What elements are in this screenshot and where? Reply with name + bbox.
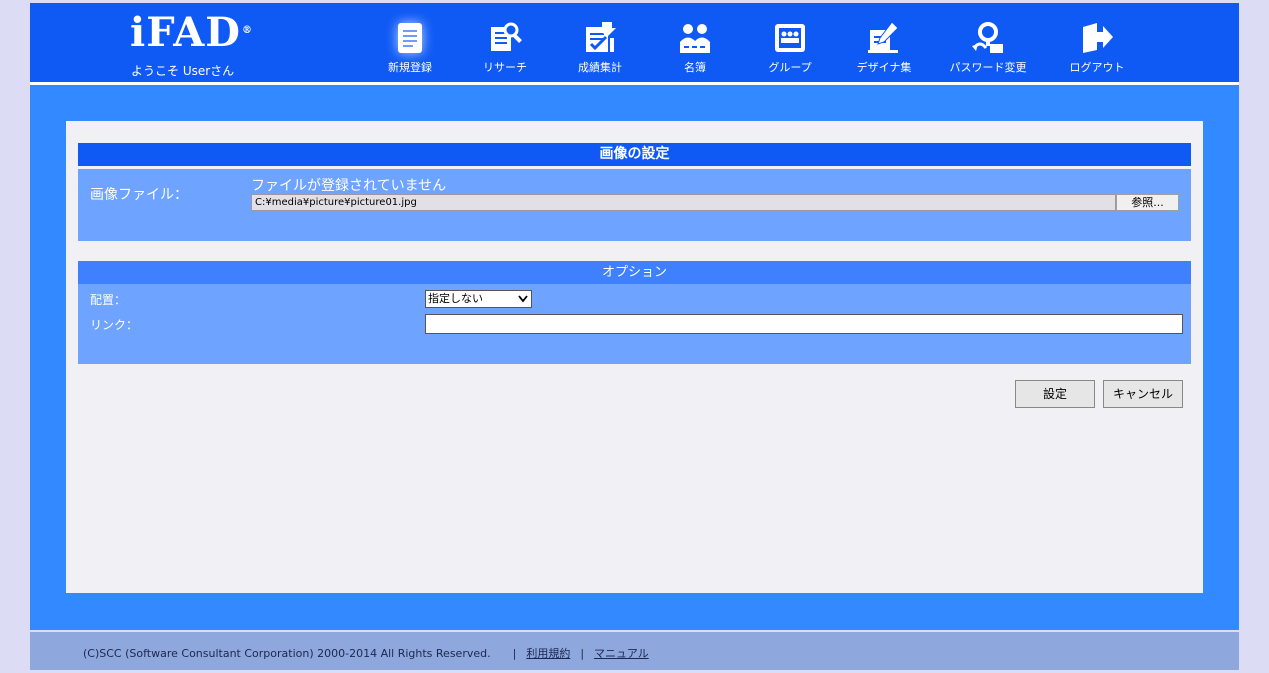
content-panel: 画像の設定 画像ファイル： ファイルが登録されていません C:¥media¥pi…: [66, 121, 1203, 593]
nav-label: グループ: [768, 61, 812, 74]
section-title: 画像の設定: [78, 143, 1191, 166]
terms-link[interactable]: 利用規約: [526, 647, 570, 660]
image-settings-section: 画像の設定 画像ファイル： ファイルが登録されていません C:¥media¥pi…: [78, 143, 1191, 241]
link-input[interactable]: [425, 314, 1183, 334]
nav-label: 名簿: [684, 61, 706, 74]
file-status-text: ファイルが登録されていません: [251, 178, 447, 194]
footer: (C)SCC (Software Consultant Corporation)…: [30, 632, 1239, 670]
nav-label: 成績集計: [578, 61, 622, 74]
options-section: オプション 配置： 指定しない リンク：: [78, 261, 1191, 364]
cancel-button[interactable]: キャンセル: [1103, 380, 1183, 408]
research-icon: [491, 22, 522, 51]
alignment-value: 指定しない: [428, 292, 483, 305]
logo-text: iFAD: [130, 9, 241, 56]
footer-separator: |: [580, 647, 585, 660]
roster-icon: [680, 24, 710, 53]
manual-link[interactable]: マニュアル: [594, 647, 649, 660]
designer-icon: [868, 21, 899, 53]
welcome-text: ようこそ Userさん: [131, 64, 235, 78]
link-label: リンク：: [90, 318, 139, 332]
nav-roster[interactable]: 名簿: [647, 20, 743, 80]
group-icon: [775, 24, 805, 52]
nav-designer[interactable]: デザイナ集: [836, 20, 932, 80]
set-button[interactable]: 設定: [1015, 380, 1095, 408]
logo-registered-mark: ®: [241, 25, 253, 36]
alignment-select[interactable]: 指定しない: [425, 290, 532, 308]
app-window: iFAD® ようこそ Userさん 新規登録 リサーチ 成績集計 名簿 グループ…: [30, 3, 1239, 670]
footer-separator: |: [512, 647, 517, 660]
nav-label: ログアウト: [1069, 61, 1125, 74]
nav-label: リサーチ: [483, 61, 527, 74]
nav-research[interactable]: リサーチ: [457, 20, 553, 80]
logout-icon: [1083, 23, 1113, 53]
divider: [78, 166, 1191, 169]
nav-group[interactable]: グループ: [742, 20, 838, 80]
header: iFAD® ようこそ Userさん 新規登録 リサーチ 成績集計 名簿 グループ…: [30, 3, 1239, 82]
section-title: オプション: [78, 261, 1191, 284]
password-icon: [972, 22, 1003, 53]
image-file-label: 画像ファイル：: [90, 187, 188, 203]
content-band: 画像の設定 画像ファイル： ファイルが登録されていません C:¥media¥pi…: [30, 85, 1239, 630]
chevron-down-icon: [518, 295, 528, 303]
new-document-icon: [398, 23, 422, 53]
nav-password-change[interactable]: パスワード変更: [940, 20, 1036, 80]
copyright-text: (C)SCC (Software Consultant Corporation)…: [83, 647, 491, 660]
file-path-input[interactable]: C:¥media¥picture¥picture01.jpg: [251, 194, 1116, 211]
browse-button[interactable]: 参照...: [1116, 194, 1179, 211]
nav-label: パスワード変更: [949, 61, 1027, 74]
nav-results[interactable]: 成績集計: [552, 20, 648, 80]
alignment-label: 配置：: [90, 293, 127, 307]
nav-label: デザイナ集: [856, 61, 912, 74]
nav-logout[interactable]: ログアウト: [1049, 20, 1145, 80]
logo: iFAD®: [130, 13, 252, 53]
results-icon: [586, 22, 616, 52]
nav-label: 新規登録: [388, 61, 432, 74]
footer-text: (C)SCC (Software Consultant Corporation)…: [83, 645, 649, 661]
nav-new-registration[interactable]: 新規登録: [362, 20, 458, 80]
